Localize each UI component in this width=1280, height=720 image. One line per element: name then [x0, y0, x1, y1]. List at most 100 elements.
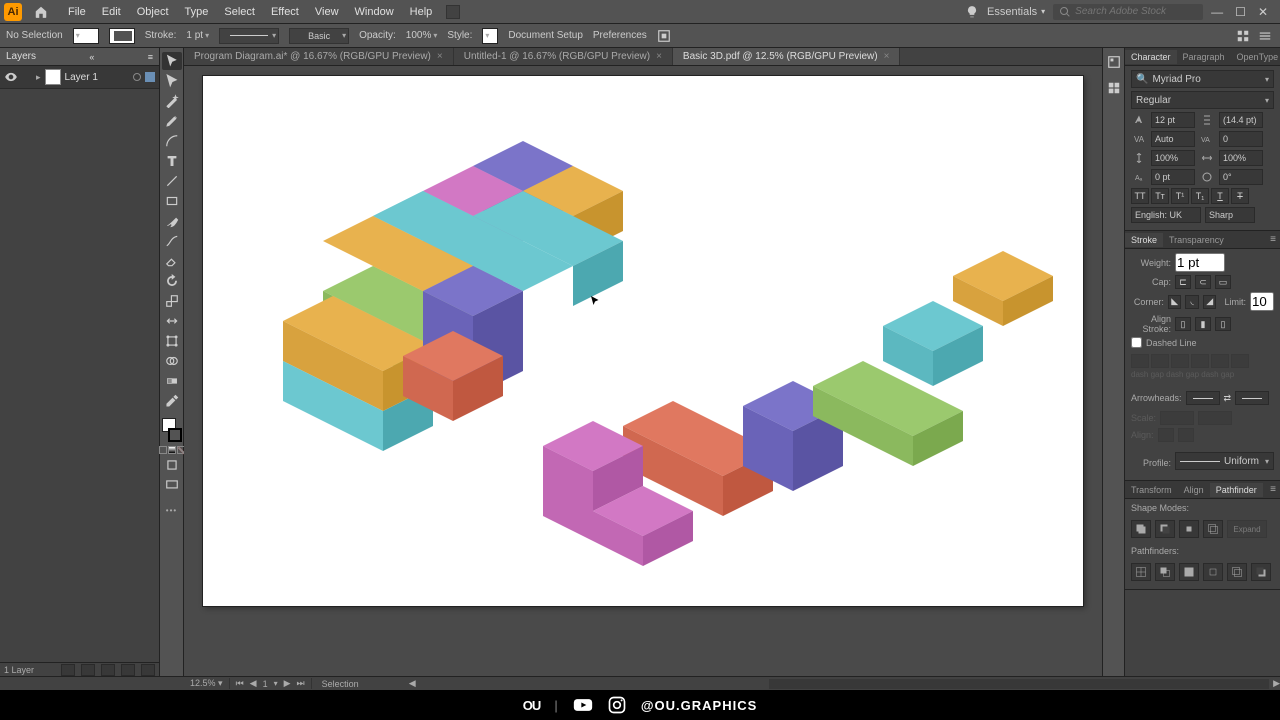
subscript-button[interactable]: T₁	[1191, 188, 1209, 204]
delete-layer-icon[interactable]	[141, 664, 155, 676]
fill-stroke-wells[interactable]	[162, 418, 182, 442]
shape-builder-tool[interactable]	[162, 352, 182, 370]
minus-front-icon[interactable]	[1155, 520, 1175, 538]
paintbrush-tool[interactable]	[162, 212, 182, 230]
outline-icon[interactable]	[1227, 563, 1247, 581]
baseline-shift-input[interactable]	[1151, 169, 1195, 185]
layer-select-indicator[interactable]	[145, 72, 155, 82]
document-tab[interactable]: Untitled-1 @ 16.67% (RGB/GPU Preview)×	[454, 48, 673, 65]
panel-menu-icon[interactable]: ≡	[1266, 484, 1280, 495]
stroke-weight-input[interactable]: 1 pt	[186, 30, 209, 41]
font-family-select[interactable]: 🔍Myriad Pro	[1131, 70, 1274, 88]
rotate-tool[interactable]	[162, 272, 182, 290]
magic-wand-tool[interactable]	[162, 92, 182, 110]
align-stroke-inside-icon[interactable]: ▮	[1195, 317, 1211, 331]
variable-width-profile[interactable]	[219, 28, 279, 44]
new-layer-icon[interactable]	[121, 664, 135, 676]
close-tab-icon[interactable]: ×	[656, 51, 662, 62]
align-to-icon[interactable]	[657, 29, 671, 43]
kerning-input[interactable]	[1151, 131, 1195, 147]
eyedropper-tool[interactable]	[162, 392, 182, 410]
discover-icon[interactable]	[965, 5, 979, 19]
align-tab[interactable]: Align	[1178, 483, 1210, 497]
stroke-well[interactable]	[168, 428, 182, 442]
next-artboard-icon[interactable]: ▶	[284, 678, 291, 689]
transparency-tab[interactable]: Transparency	[1163, 233, 1230, 247]
properties-panel-icon[interactable]	[1106, 54, 1122, 70]
transform-tab[interactable]: Transform	[1125, 483, 1178, 497]
expand-chevron-icon[interactable]: ▸	[36, 72, 41, 83]
corner-bevel-icon[interactable]: ◢	[1203, 295, 1217, 309]
align-stroke-outside-icon[interactable]: ▯	[1215, 317, 1231, 331]
document-setup-button[interactable]: Document Setup	[508, 30, 583, 41]
free-transform-tool[interactable]	[162, 332, 182, 350]
canvas[interactable]	[184, 66, 1102, 676]
eraser-tool[interactable]	[162, 252, 182, 270]
unite-icon[interactable]	[1131, 520, 1151, 538]
document-tab[interactable]: Basic 3D.pdf @ 12.5% (RGB/GPU Preview)×	[673, 48, 901, 65]
corner-miter-icon[interactable]: ◣	[1168, 295, 1182, 309]
all-caps-button[interactable]: TT	[1131, 188, 1149, 204]
home-button[interactable]	[30, 3, 52, 21]
close-button[interactable]: ✕	[1258, 5, 1268, 19]
color-mode-icons[interactable]	[159, 446, 185, 454]
merge-icon[interactable]	[1179, 563, 1199, 581]
stroke-swatch[interactable]	[109, 28, 135, 44]
stroke-tab[interactable]: Stroke	[1125, 233, 1163, 247]
search-stock-field[interactable]	[1053, 4, 1203, 20]
workspace-switcher[interactable]: Essentials ▾	[979, 3, 1053, 21]
locate-object-icon[interactable]	[61, 664, 75, 676]
underline-button[interactable]: T	[1211, 188, 1229, 204]
document-tab[interactable]: Program Diagram.ai* @ 16.67% (RGB/GPU Pr…	[184, 48, 454, 65]
visibility-eye-icon[interactable]	[4, 70, 18, 84]
artboard-navigation[interactable]: ⏮ ◀ 1 ▾ ▶ ⏭	[230, 678, 312, 689]
selection-tool[interactable]	[162, 52, 182, 70]
menu-object[interactable]: Object	[129, 3, 177, 21]
close-tab-icon[interactable]: ×	[437, 51, 443, 62]
libraries-panel-icon[interactable]	[1106, 80, 1122, 96]
edit-toolbar-button[interactable]: •••	[166, 506, 177, 515]
brush-definition[interactable]: Basic	[289, 28, 349, 44]
corner-round-icon[interactable]: ◟	[1185, 295, 1199, 309]
last-artboard-icon[interactable]: ⏭	[297, 678, 305, 689]
scroll-right-icon[interactable]: ▶	[1273, 678, 1280, 689]
gradient-tool[interactable]	[162, 372, 182, 390]
vertical-scale-input[interactable]	[1151, 150, 1195, 166]
opacity-input[interactable]: 100%	[406, 30, 438, 41]
artboard-number[interactable]: 1	[263, 679, 268, 689]
close-tab-icon[interactable]: ×	[884, 51, 890, 62]
cap-projecting-icon[interactable]: ▭	[1215, 275, 1231, 289]
language-select[interactable]	[1131, 207, 1201, 223]
profile-select[interactable]: Uniform	[1175, 452, 1274, 470]
fill-swatch[interactable]	[73, 28, 99, 44]
stock-search-input[interactable]	[1075, 6, 1195, 17]
curvature-tool[interactable]	[162, 132, 182, 150]
horizontal-scrollbar[interactable]	[769, 679, 1269, 689]
paragraph-tab[interactable]: Paragraph	[1177, 50, 1231, 64]
new-sublayer-icon[interactable]	[101, 664, 115, 676]
intersect-icon[interactable]	[1179, 520, 1199, 538]
scroll-left-icon[interactable]: ◀	[409, 678, 416, 689]
arrange-docs-icon[interactable]	[446, 5, 460, 19]
crop-icon[interactable]	[1203, 563, 1223, 581]
zoom-level[interactable]: 12.5% ▾	[184, 678, 230, 689]
tracking-input[interactable]	[1219, 131, 1263, 147]
menu-help[interactable]: Help	[402, 3, 441, 21]
preferences-button[interactable]: Preferences	[593, 30, 647, 41]
menu-file[interactable]: File	[60, 3, 94, 21]
width-tool[interactable]	[162, 312, 182, 330]
opentype-tab[interactable]: OpenType	[1231, 50, 1280, 64]
menu-edit[interactable]: Edit	[94, 3, 129, 21]
font-style-select[interactable]: Regular	[1131, 91, 1274, 109]
trim-icon[interactable]	[1155, 563, 1175, 581]
cap-round-icon[interactable]: ⊂	[1195, 275, 1211, 289]
character-tab[interactable]: Character	[1125, 50, 1177, 64]
panel-menu-icon[interactable]: ≡	[148, 52, 153, 62]
menu-window[interactable]: Window	[347, 3, 402, 21]
minimize-button[interactable]: —	[1211, 5, 1223, 19]
superscript-button[interactable]: T¹	[1171, 188, 1189, 204]
pathfinder-tab[interactable]: Pathfinder	[1210, 483, 1263, 497]
scale-tool[interactable]	[162, 292, 182, 310]
dashed-line-checkbox[interactable]	[1131, 337, 1142, 348]
rectangle-tool[interactable]	[162, 192, 182, 210]
